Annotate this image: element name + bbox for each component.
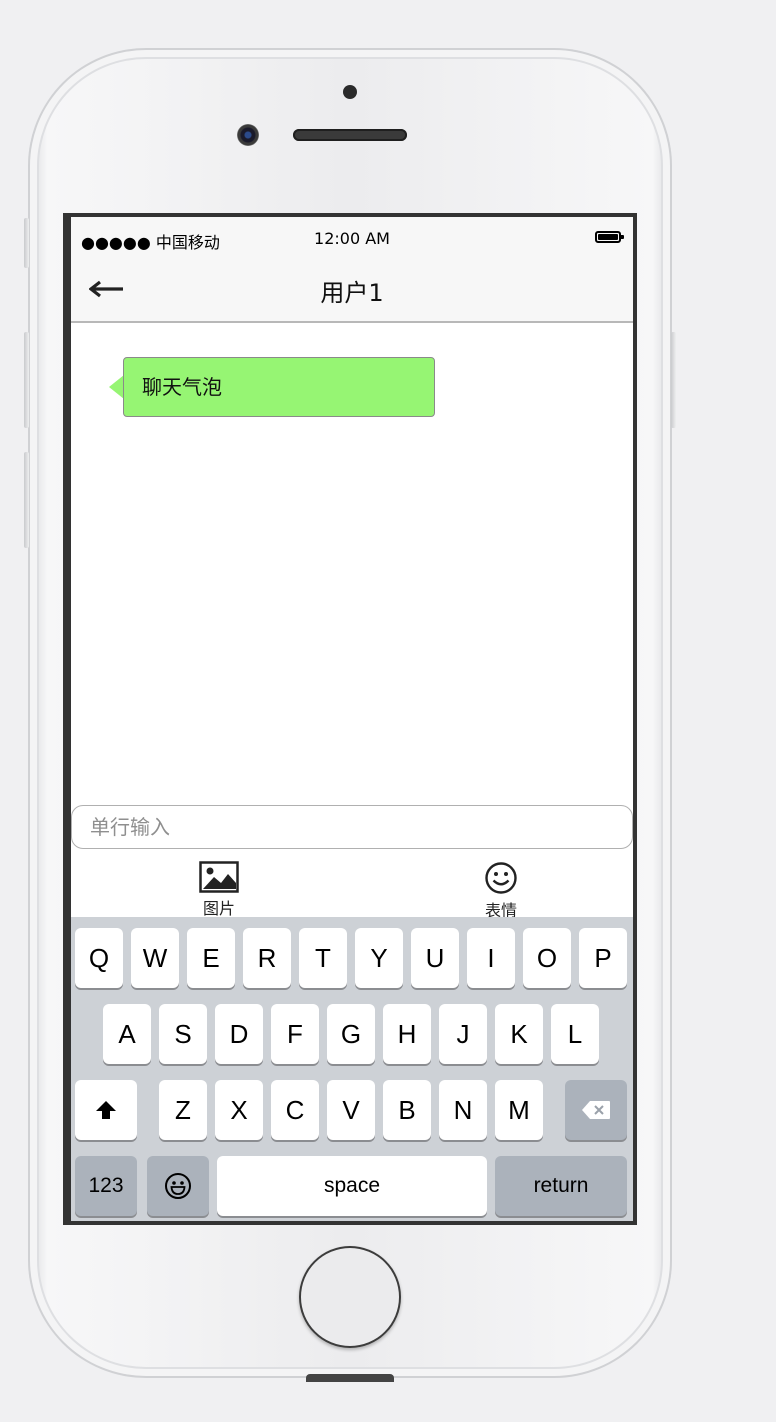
key-c[interactable]: C: [271, 1080, 319, 1140]
key-g[interactable]: G: [327, 1004, 375, 1064]
key-n[interactable]: N: [439, 1080, 487, 1140]
backspace-key[interactable]: [565, 1080, 627, 1140]
volume-down-button: [24, 452, 29, 548]
navigation-bar: 用户1: [71, 257, 633, 323]
backspace-icon: [582, 1101, 610, 1119]
key-m[interactable]: M: [495, 1080, 543, 1140]
key-o[interactable]: O: [523, 928, 571, 988]
key-j[interactable]: J: [439, 1004, 487, 1064]
emoji-key[interactable]: [147, 1156, 209, 1216]
key-x[interactable]: X: [215, 1080, 263, 1140]
screen-content: ●●●●● 中国移动 12:00 AM 用户1 聊天气泡 图片: [71, 217, 633, 1221]
smiley-icon: [485, 862, 517, 894]
key-k[interactable]: K: [495, 1004, 543, 1064]
key-a[interactable]: A: [103, 1004, 151, 1064]
page-title: 用户1: [320, 279, 384, 307]
shift-key[interactable]: [75, 1080, 137, 1140]
key-i[interactable]: I: [467, 928, 515, 988]
image-button[interactable]: 图片: [179, 861, 259, 919]
input-toolbar: 图片 表情: [71, 851, 633, 920]
earpiece-speaker: [293, 129, 407, 141]
message-input[interactable]: [71, 805, 633, 849]
key-h[interactable]: H: [383, 1004, 431, 1064]
emoji-button[interactable]: 表情: [461, 861, 541, 921]
key-r[interactable]: R: [243, 928, 291, 988]
volume-up-button: [24, 332, 29, 428]
key-e[interactable]: E: [187, 928, 235, 988]
chat-area: 聊天气泡: [71, 323, 633, 805]
shift-icon: [96, 1101, 116, 1119]
mute-switch: [24, 218, 29, 268]
emoji-key-icon: [165, 1173, 191, 1199]
key-z[interactable]: Z: [159, 1080, 207, 1140]
status-time: 12:00 AM: [314, 229, 390, 248]
key-d[interactable]: D: [215, 1004, 263, 1064]
space-key[interactable]: space: [217, 1156, 487, 1216]
numbers-key[interactable]: 123: [75, 1156, 137, 1216]
chat-bubble[interactable]: 聊天气泡: [123, 357, 435, 417]
key-b[interactable]: B: [383, 1080, 431, 1140]
key-w[interactable]: W: [131, 928, 179, 988]
bottom-notch: [306, 1374, 394, 1382]
return-key[interactable]: return: [495, 1156, 627, 1216]
image-label: 图片: [202, 899, 235, 918]
status-bar: ●●●●● 中国移动 12:00 AM: [71, 217, 633, 257]
key-p[interactable]: P: [579, 928, 627, 988]
bubble-tail: [109, 375, 124, 399]
key-y[interactable]: Y: [355, 928, 403, 988]
front-camera: [237, 124, 259, 146]
key-l[interactable]: L: [551, 1004, 599, 1064]
key-u[interactable]: U: [411, 928, 459, 988]
image-icon: [199, 861, 239, 893]
keyboard: Q W E R T Y U I O P A S D F G H J K L Z …: [71, 917, 633, 1221]
power-button: [671, 332, 676, 428]
key-v[interactable]: V: [327, 1080, 375, 1140]
proximity-sensor: [343, 85, 357, 99]
key-t[interactable]: T: [299, 928, 347, 988]
phone-screen: ●●●●● 中国移动 12:00 AM 用户1 聊天气泡 图片: [63, 213, 637, 1225]
key-s[interactable]: S: [159, 1004, 207, 1064]
battery-icon: [595, 231, 624, 243]
key-q[interactable]: Q: [75, 928, 123, 988]
key-f[interactable]: F: [271, 1004, 319, 1064]
home-button[interactable]: [299, 1246, 401, 1348]
